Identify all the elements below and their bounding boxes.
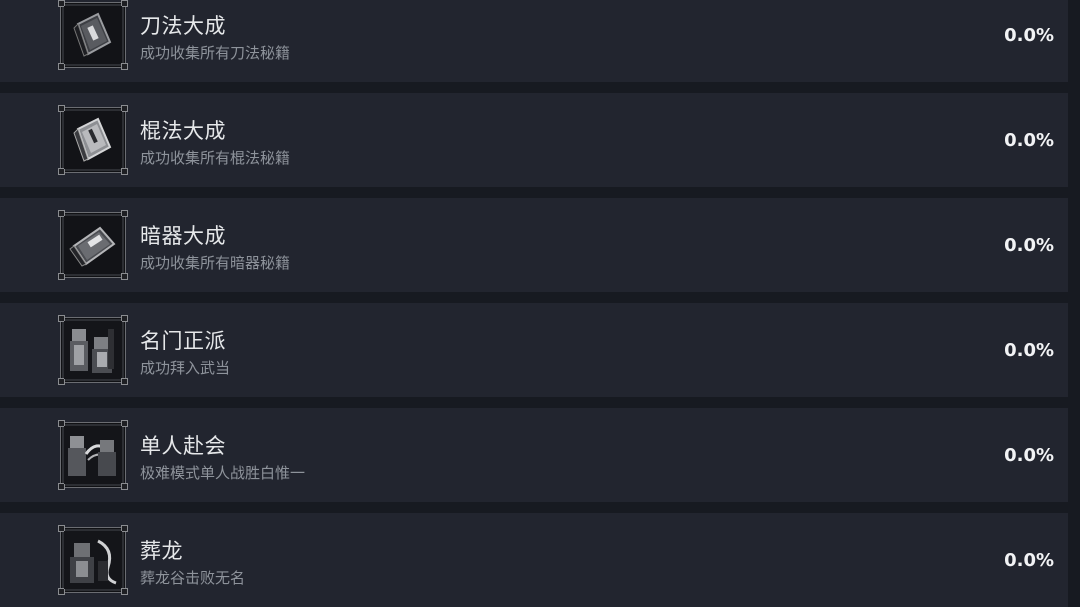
achievement-row[interactable]: 刀法大成 成功收集所有刀法秘籍 0.0%	[0, 0, 1068, 82]
achievement-row[interactable]: 葬龙 葬龙谷击败无名 0.0%	[0, 513, 1068, 607]
unlock-percent: 0.0%	[1004, 235, 1054, 256]
solo-duel-icon	[58, 420, 128, 490]
achievement-description: 成功收集所有刀法秘籍	[140, 44, 291, 62]
achievement-description: 成功拜入武当	[140, 359, 231, 377]
sect-disciples-icon	[58, 315, 128, 385]
achievement-row[interactable]: 暗器大成 成功收集所有暗器秘籍 0.0%	[0, 198, 1068, 292]
achievement-title: 暗器大成	[140, 224, 226, 248]
achievement-title: 棍法大成	[140, 119, 226, 143]
unlock-percent: 0.0%	[1004, 340, 1054, 361]
achievement-description: 葬龙谷击败无名	[140, 569, 246, 587]
unlock-percent: 0.0%	[1004, 130, 1054, 151]
achievement-title: 单人赴会	[140, 434, 226, 458]
staff-manual-icon	[58, 105, 128, 175]
achievement-description: 成功收集所有暗器秘籍	[140, 254, 291, 272]
blade-manual-icon	[58, 0, 128, 70]
achievement-title: 葬龙	[140, 539, 183, 563]
achievement-row[interactable]: 名门正派 成功拜入武当 0.0%	[0, 303, 1068, 397]
achievement-description: 成功收集所有棍法秘籍	[140, 149, 291, 167]
achievement-row[interactable]: 棍法大成 成功收集所有棍法秘籍 0.0%	[0, 93, 1068, 187]
unlock-percent: 0.0%	[1004, 550, 1054, 571]
hidden-weapon-manual-icon	[58, 210, 128, 280]
achievement-description: 极难模式单人战胜白惟一	[140, 464, 306, 482]
achievement-row[interactable]: 单人赴会 极难模式单人战胜白惟一 0.0%	[0, 408, 1068, 502]
unlock-percent: 0.0%	[1004, 25, 1054, 46]
achievement-title: 名门正派	[140, 329, 226, 353]
achievement-title: 刀法大成	[140, 14, 226, 38]
achievement-list: 刀法大成 成功收集所有刀法秘籍 0.0% 棍法大成 成功收集所有棍法秘籍 0.0…	[0, 0, 1080, 607]
unlock-percent: 0.0%	[1004, 445, 1054, 466]
dragon-burial-icon	[58, 525, 128, 595]
scrollbar-track[interactable]	[1068, 0, 1080, 606]
